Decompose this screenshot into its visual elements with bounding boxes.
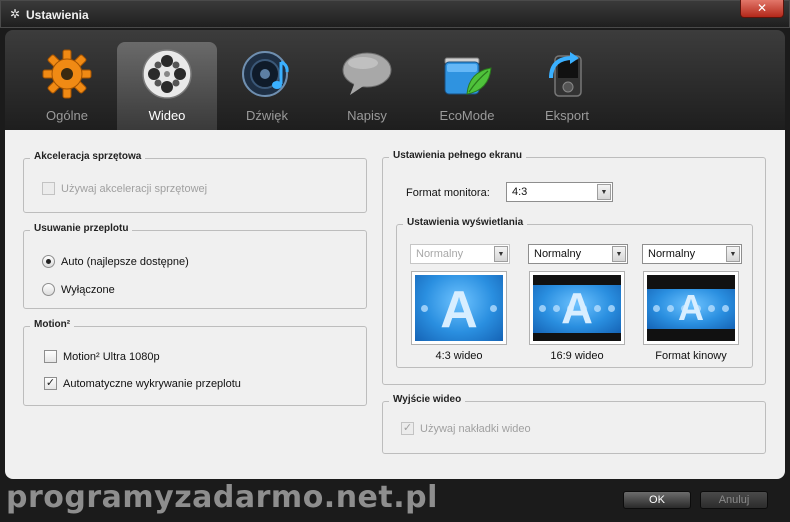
group-title: Usuwanie przeplotu — [30, 223, 133, 234]
watermark-text: programyzadarmo.net.pl — [6, 480, 438, 515]
tab-label: EcoMode — [439, 108, 495, 123]
cancel-button[interactable]: Anuluj — [700, 491, 768, 509]
chevron-down-icon: ▼ — [597, 184, 611, 200]
auto-deinterlace-row[interactable]: ✓ Automatyczne wykrywanie przeplotu — [44, 377, 241, 390]
overlay-checkbox[interactable]: ✓ — [401, 422, 414, 435]
preview-letter: A — [678, 287, 704, 328]
radio-label: Wyłączone — [61, 283, 115, 296]
preview-screen: A — [533, 275, 621, 341]
video-settings-panel: Akceleracja sprzętowa Używaj akceleracji… — [5, 130, 785, 479]
deinterlace-group: Usuwanie przeplotu Auto (najlepsze dostę… — [23, 223, 367, 309]
preview-4-3: A — [411, 271, 507, 345]
tab-label: Napisy — [347, 108, 387, 123]
video-output-group: Wyjście wideo ✓ Używaj nakładki wideo — [382, 394, 766, 454]
select-value: Normalny — [648, 248, 696, 260]
preview-letter: A — [561, 284, 593, 333]
ok-button[interactable]: OK — [623, 491, 691, 509]
group-title: Motion² — [30, 319, 75, 330]
radio-label: Auto (najlepsze dostępne) — [61, 255, 189, 268]
deinterlace-option-auto[interactable]: Auto (najlepsze dostępne) — [42, 255, 189, 268]
preview-screen: A — [415, 275, 503, 341]
chevron-down-icon: ▼ — [726, 246, 740, 262]
preview-screen: A — [647, 275, 735, 341]
hw-accel-group: Akceleracja sprzętowa Używaj akceleracji… — [23, 151, 367, 213]
display-mode-select-4-3[interactable]: Normalny ▼ — [410, 244, 510, 264]
group-title: Ustawienia wyświetlania — [403, 217, 528, 228]
preview-caption: 16:9 wideo — [550, 350, 604, 362]
tab-subtitles[interactable]: Napisy — [317, 42, 417, 130]
tab-general[interactable]: Ogólne — [17, 42, 117, 130]
display-settings-group: Ustawienia wyświetlania Normalny ▼ A 4:3… — [396, 217, 753, 368]
select-value: Normalny — [416, 248, 464, 260]
select-value: Normalny — [534, 248, 582, 260]
preview-letter: A — [440, 281, 478, 339]
chevron-down-icon: ▼ — [494, 246, 508, 262]
tab-label: Wideo — [148, 108, 186, 123]
group-title: Ustawienia pełnego ekranu — [389, 150, 526, 161]
title-bar: ✲ Ustawienia — [0, 0, 790, 28]
speech-bubble-icon — [342, 52, 392, 95]
gear-icon — [42, 49, 92, 99]
tab-label: Dźwięk — [246, 108, 288, 123]
hw-accel-checkbox[interactable] — [42, 182, 55, 195]
overlay-checkbox-row[interactable]: ✓ Używaj nakładki wideo — [401, 422, 531, 435]
display-mode-select-cinema[interactable]: Normalny ▼ — [642, 244, 742, 264]
group-title: Wyjście wideo — [389, 394, 466, 405]
motion-ultra-row[interactable]: Motion² Ultra 1080p — [44, 350, 160, 363]
checkbox-label: Używaj nakładki wideo — [420, 422, 531, 435]
tab-audio[interactable]: Dźwięk — [217, 42, 317, 130]
chevron-down-icon: ▼ — [612, 246, 626, 262]
close-button[interactable]: ✕ — [740, 0, 784, 18]
select-value: 4:3 — [512, 186, 528, 198]
hw-accel-checkbox-row[interactable]: Używaj akceleracji sprzętowej — [42, 182, 207, 195]
tab-export[interactable]: Eksport — [517, 42, 617, 130]
monitor-format-select[interactable]: 4:3 ▼ — [506, 182, 613, 202]
radio-button[interactable] — [42, 255, 55, 268]
auto-deinterlace-checkbox[interactable]: ✓ — [44, 377, 57, 390]
device-export-icon — [549, 52, 582, 97]
preview-caption: Format kinowy — [655, 350, 727, 362]
motion-ultra-checkbox[interactable] — [44, 350, 57, 363]
film-reel-icon — [142, 49, 192, 99]
deinterlace-option-off[interactable]: Wyłączone — [42, 283, 115, 296]
fullscreen-group: Ustawienia pełnego ekranu Format monitor… — [382, 150, 766, 385]
checkbox-label: Motion² Ultra 1080p — [63, 350, 160, 363]
motion-group: Motion² Motion² Ultra 1080p ✓ Automatycz… — [23, 319, 367, 406]
tab-strip: Ogólne Wideo Dźwięk Napisy EcoMode Ekspo… — [5, 30, 785, 130]
preview-caption: 4:3 wideo — [435, 350, 483, 362]
monitor-format-label: Format monitora: — [406, 187, 490, 199]
preview-16-9: A — [529, 271, 625, 345]
tab-video[interactable]: Wideo — [117, 42, 217, 130]
window-title: Ustawienia — [26, 8, 89, 22]
group-title: Akceleracja sprzętowa — [30, 151, 146, 162]
tab-label: Ogólne — [46, 108, 88, 123]
battery-leaf-icon — [444, 57, 492, 95]
settings-gear-icon: ✲ — [10, 7, 21, 21]
checkbox-label: Używaj akceleracji sprzętowej — [61, 182, 208, 195]
tab-label: Eksport — [544, 108, 590, 123]
tab-ecomode[interactable]: EcoMode — [417, 42, 517, 130]
radio-button[interactable] — [42, 283, 55, 296]
display-mode-select-16-9[interactable]: Normalny ▼ — [528, 244, 628, 264]
preview-cinema: A — [643, 271, 739, 345]
speaker-note-icon — [242, 51, 289, 97]
checkbox-label: Automatyczne wykrywanie przeplotu — [63, 377, 241, 390]
